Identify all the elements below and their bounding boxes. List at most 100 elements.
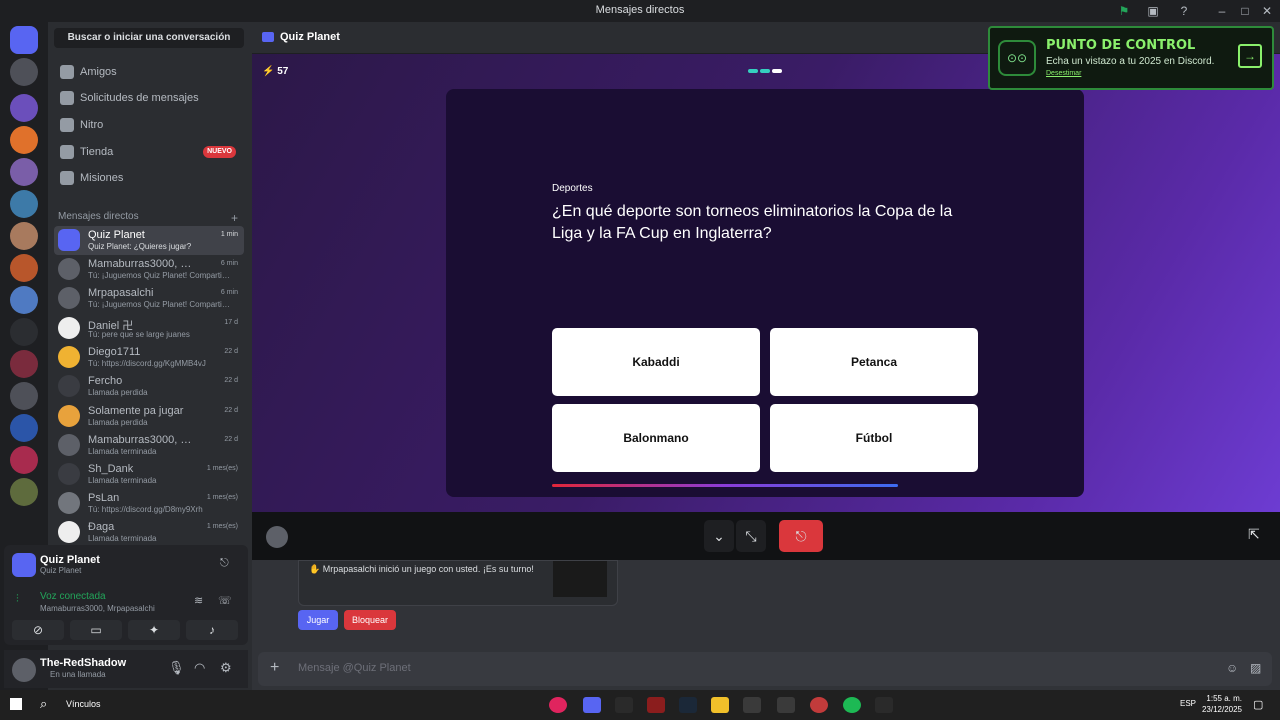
nav-label: Solicitudes de mensajes [80,92,199,104]
screen-share-button[interactable]: ▭ [70,620,122,640]
block-button[interactable]: Bloquear [344,610,396,630]
app-icon[interactable] [777,697,795,713]
search-icon[interactable]: ⌕ [40,696,47,712]
dm-item[interactable]: Quiz Planet Quiz Planet: ¿Quieres jugar? 1… [54,226,244,255]
epic-games-icon[interactable] [615,697,633,713]
answer-button-1[interactable]: Kabaddi [552,328,760,396]
server-icon[interactable] [10,350,38,378]
arrow-right-icon[interactable]: → [1238,44,1262,68]
app-icon[interactable] [647,697,665,713]
play-button[interactable]: Jugar [298,610,338,630]
checkpoint-banner[interactable]: ⊙⊙ PUNTO DE CONTROL Echa un vistazo a tu… [988,26,1274,90]
dm-item[interactable]: Sh_Dank Llamada terminada 1 mes(es) [54,460,244,489]
maximize-icon[interactable]: □ [1237,3,1253,19]
nav-message-requests[interactable]: Solicitudes de mensajes [54,86,244,110]
taskbar-search-label[interactable]: Vínculos [66,699,101,709]
headphones-icon[interactable]: ◠ [194,660,205,676]
add-dm-icon[interactable]: + [231,211,238,225]
signal-icon: ⫶ [16,593,19,605]
server-icon[interactable] [10,286,38,314]
question-card: Deportes ¿En qué deporte son torneos eli… [446,89,1084,497]
server-icon[interactable] [10,446,38,474]
close-icon[interactable]: ✕ [1259,3,1275,19]
help-icon[interactable]: ? [1176,3,1192,19]
server-icon[interactable] [10,126,38,154]
chevron-down-icon[interactable]: ⌄ [704,520,734,552]
message-input[interactable]: + Mensaje @Quiz Planet ☺ ▨ [258,652,1272,686]
clock-date[interactable]: 23/12/2025 [1200,705,1242,714]
clock-time[interactable]: 1:55 a. m. [1200,694,1242,703]
dm-section-header: Mensajes directos + [58,211,244,225]
dm-item[interactable]: Daniel 卍 Tú: pere que se large juanes 17 d [54,314,244,343]
server-icon[interactable] [10,382,38,410]
answer-button-3[interactable]: Balonmano [552,404,760,472]
nitro-icon [60,118,74,132]
minimize-icon[interactable]: – [1214,3,1230,19]
disconnect-icon[interactable]: ☏ [218,594,232,607]
epic-games-icon[interactable] [875,697,893,713]
dm-item[interactable]: Solamente pa jugar Llamada perdida 22 d [54,402,244,431]
camera-button[interactable]: ⊘ [12,620,64,640]
microphone-icon[interactable]: 🎙 [168,660,185,676]
server-icon[interactable] [10,190,38,218]
dm-item[interactable]: Mrpapasalchi Tú: ¡Juguemos Quiz Planet! C… [54,284,244,313]
participant-avatar[interactable] [266,526,288,548]
minimize-activity-icon[interactable]: ⤡ [736,520,766,552]
notification-icon[interactable]: ▢ [1253,698,1263,711]
dismiss-link[interactable]: Desestimar [1046,70,1081,77]
leave-activity-icon[interactable]: ⎋ [220,557,229,570]
answer-button-4[interactable]: Fútbol [770,404,978,472]
leave-activity-button[interactable]: ⎋ [779,520,823,552]
avatar [58,521,80,543]
server-icon[interactable] [10,414,38,442]
spotify-icon[interactable] [843,697,861,713]
dm-name: Ðaga [88,521,115,533]
dm-item[interactable]: Diego1711 Tú: https://discord.gg/KgMMB4vJ… [54,343,244,372]
file-explorer-icon[interactable] [711,697,729,713]
activities-button[interactable]: ✦ [128,620,180,640]
app-icon[interactable] [810,697,828,713]
bolt-icon: ⚡ [262,66,275,77]
avatar[interactable] [12,658,36,682]
language-indicator[interactable]: ESP [1180,699,1196,708]
server-icon[interactable] [10,222,38,250]
gif-icon[interactable]: ▨ [1250,661,1261,675]
nav-shop[interactable]: Tienda NUEVO [54,140,244,164]
nav-nitro[interactable]: Nitro [54,113,244,137]
settings-gear-icon[interactable]: ⚙ [220,660,232,676]
emoji-icon[interactable]: ☺ [1226,661,1238,675]
server-icon[interactable] [10,478,38,506]
dm-item[interactable]: PsLan Tú: https://discord.gg/D8my9Xrh 1 me… [54,489,244,518]
discord-taskbar-icon[interactable] [583,697,601,713]
nav-friends[interactable]: Amigos [54,60,244,84]
call-controls-bar: ⇱ [252,512,1280,560]
soundboard-button[interactable]: ♪ [186,620,238,640]
dm-preview: Llamada perdida [88,388,148,397]
opera-icon[interactable] [549,697,567,713]
steam-icon[interactable] [679,697,697,713]
dm-item[interactable]: Ðaga Llamada terminada 1 mes(es) [54,518,244,547]
server-icon[interactable] [10,58,38,86]
dm-item[interactable]: Mamaburras3000, Sh_Da...Llamada terminad… [54,431,244,460]
app-icon[interactable] [743,697,761,713]
server-icon[interactable] [10,94,38,122]
server-icon[interactable] [10,254,38,282]
inbox-icon[interactable]: ▣ [1145,3,1161,19]
dm-time: 22 d [224,348,238,355]
answer-button-2[interactable]: Petanca [770,328,978,396]
discord-home-icon[interactable] [10,26,38,54]
quiz-planet-logo [12,553,36,577]
windows-start-icon[interactable] [10,698,22,710]
dm-item[interactable]: Fercho Llamada perdida 22 d [54,372,244,401]
invite-message: ✋ Mrpapasalchi inició un juego con usted… [309,564,534,574]
flag-icon[interactable]: ⚑ [1116,3,1132,19]
server-icon[interactable] [10,158,38,186]
banner-text: Echa un vistazo a tu 2025 en Discord. [1046,56,1215,67]
search-button[interactable]: Buscar o iniciar una conversación [54,28,244,48]
nav-quests[interactable]: Misiones [54,166,244,190]
server-icon[interactable] [10,318,38,346]
dm-item[interactable]: Mamaburras3000, Mrpa...Tú: ¡Juguemos Qui… [54,255,244,284]
popout-icon[interactable]: ⇱ [1248,526,1260,543]
noise-suppression-icon[interactable]: ≋ [194,594,203,607]
add-attachment-icon[interactable]: + [270,660,279,676]
